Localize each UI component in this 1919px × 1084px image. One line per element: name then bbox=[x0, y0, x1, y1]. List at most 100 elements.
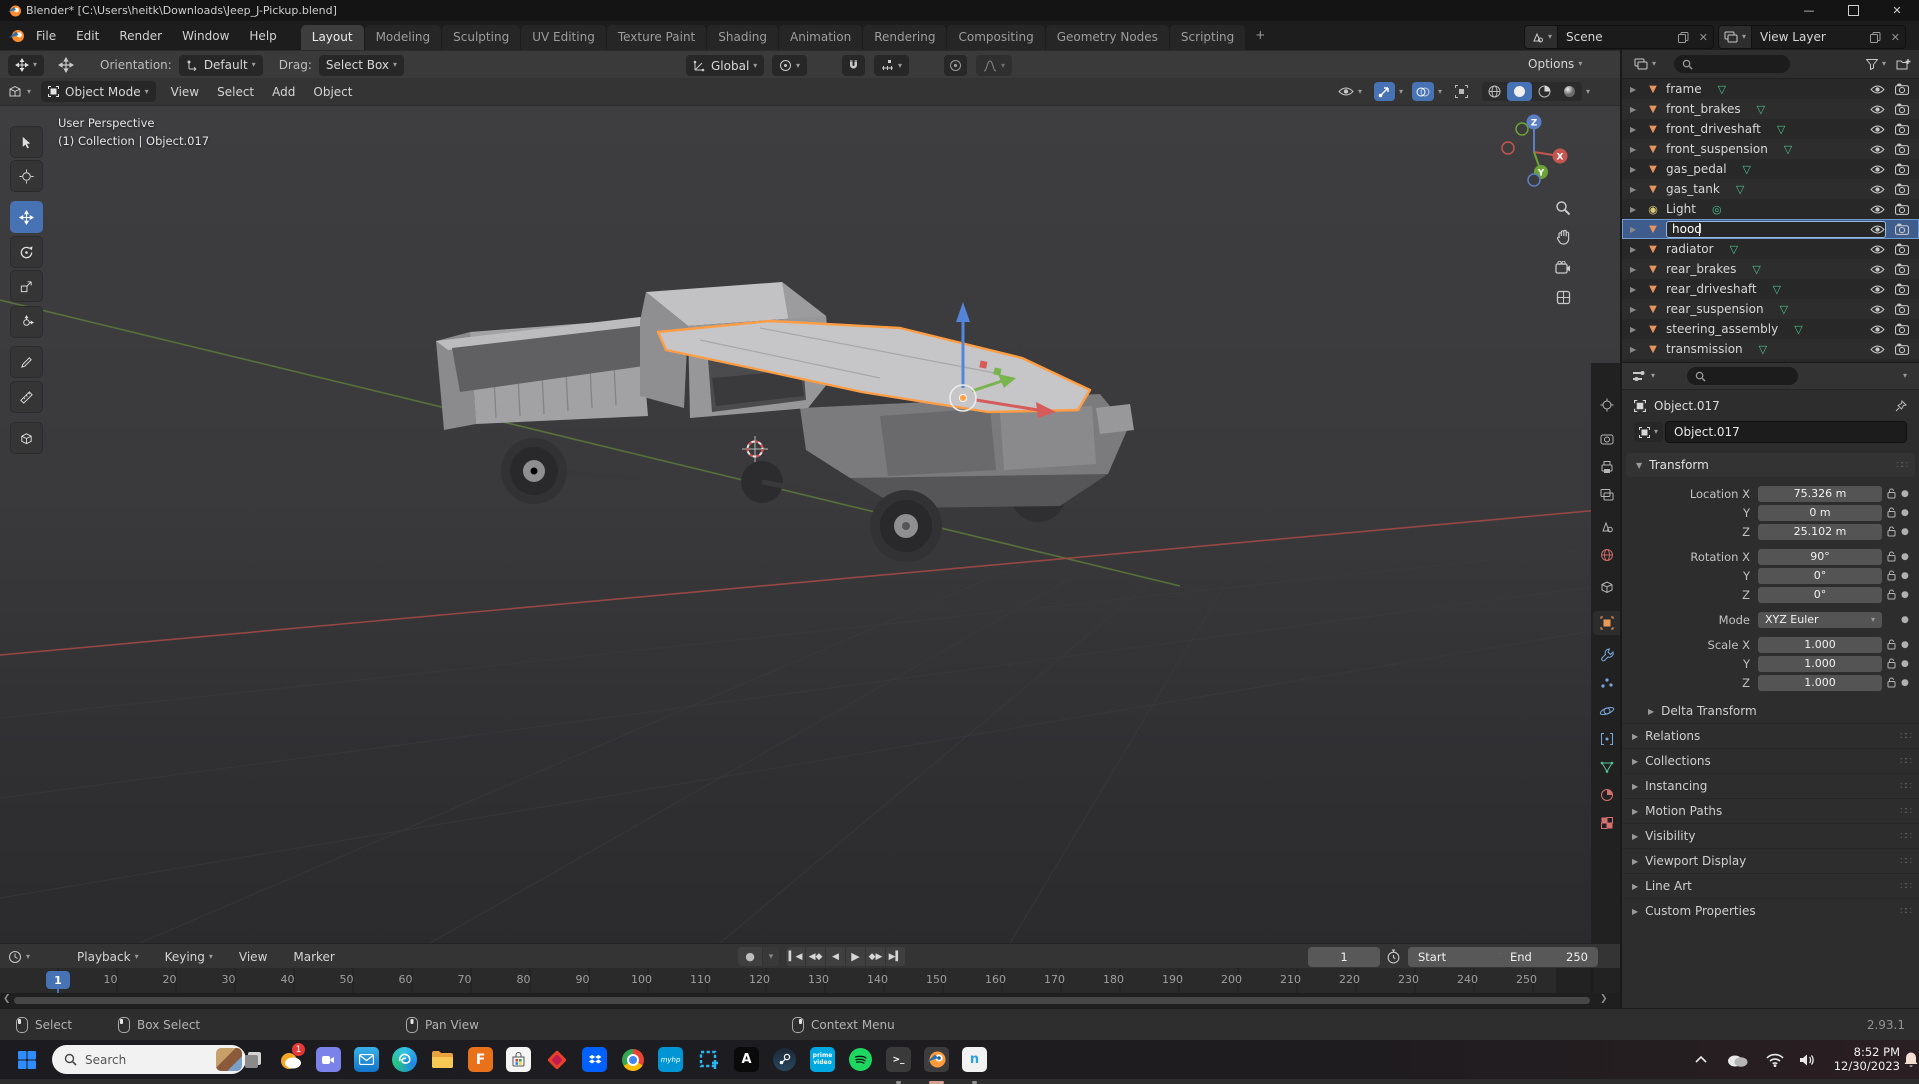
timeline-scrollbar[interactable]: ❮ ❯ bbox=[0, 993, 1622, 1008]
disable-in-renders-icon[interactable] bbox=[1895, 203, 1909, 215]
auto-keying-button[interactable]: ● bbox=[738, 947, 763, 966]
transform-value-field[interactable]: 1.000▾ bbox=[1758, 637, 1882, 653]
shading-solid-button[interactable] bbox=[1507, 82, 1532, 101]
gizmo-z-arrow[interactable] bbox=[956, 302, 970, 322]
object-name[interactable]: steering_assembly bbox=[1666, 322, 1778, 336]
options-dropdown[interactable]: Options▾ bbox=[1528, 57, 1582, 71]
hide-in-viewport-icon[interactable] bbox=[1870, 304, 1885, 315]
expand-icon[interactable]: ▶ bbox=[1630, 125, 1644, 134]
workspace-tab[interactable]: Scripting bbox=[1170, 25, 1245, 50]
render-tab[interactable] bbox=[1593, 427, 1620, 451]
edge-icon[interactable] bbox=[392, 1047, 417, 1072]
shading-rendered-button[interactable] bbox=[1557, 82, 1582, 101]
animate-dot[interactable]: ● bbox=[1901, 489, 1909, 499]
transform-tool[interactable] bbox=[10, 306, 43, 338]
hide-in-viewport-icon[interactable] bbox=[1870, 284, 1885, 295]
disable-in-renders-icon[interactable] bbox=[1895, 103, 1909, 115]
collapsed-section[interactable]: ▶Viewport Display∷∷ bbox=[1622, 848, 1919, 873]
timeline-left-chevron[interactable]: ❮ bbox=[3, 994, 11, 1004]
outliner-display-mode-dropdown[interactable]: ▾ bbox=[1634, 58, 1656, 70]
start-button[interactable] bbox=[14, 1047, 39, 1072]
shading-wireframe-button[interactable] bbox=[1482, 82, 1507, 101]
object-name[interactable]: rear_driveshaft bbox=[1666, 282, 1757, 296]
view-layer-icon[interactable]: ▾ bbox=[1719, 26, 1752, 48]
pan-hand-icon[interactable] bbox=[1552, 226, 1574, 248]
volume-icon[interactable] bbox=[1794, 1047, 1819, 1072]
lock-icon[interactable] bbox=[1887, 551, 1896, 562]
terminal-icon[interactable]: >_ bbox=[886, 1047, 911, 1072]
camera-view-icon[interactable] bbox=[1552, 256, 1574, 278]
select-box-tool[interactable] bbox=[10, 126, 43, 158]
outliner-row[interactable]: ▶ hood bbox=[1622, 219, 1919, 239]
timeline-menu-item[interactable]: Keying▾ bbox=[152, 944, 226, 969]
expand-icon[interactable]: ▶ bbox=[1630, 145, 1644, 154]
mode-dropdown[interactable]: Object Mode▾ bbox=[41, 81, 156, 102]
expand-icon[interactable]: ▶ bbox=[1630, 105, 1644, 114]
lock-icon[interactable] bbox=[1887, 507, 1896, 518]
disable-in-renders-icon[interactable] bbox=[1895, 323, 1909, 335]
blender-menu-icon[interactable] bbox=[8, 28, 26, 44]
current-frame-field[interactable]: 1 bbox=[1308, 947, 1380, 967]
workspace-tab[interactable]: Layout bbox=[301, 25, 364, 50]
active-tool-dropdown[interactable]: ▾ bbox=[8, 55, 44, 76]
outliner-row[interactable]: ▶ frame bbox=[1622, 79, 1919, 99]
pivot-point-dropdown[interactable]: ▾ bbox=[772, 55, 807, 76]
workspace-tab[interactable]: Modeling bbox=[365, 25, 442, 50]
timeline-ruler[interactable]: 1020304050607080901001101201301401501601… bbox=[0, 968, 1622, 993]
play-reverse-button[interactable]: ◀ bbox=[826, 947, 846, 966]
animate-dot[interactable]: ● bbox=[1901, 678, 1909, 688]
object-name[interactable]: front_driveshaft bbox=[1666, 122, 1761, 136]
transform-value-field[interactable]: 25.102 m▾ bbox=[1758, 524, 1882, 540]
myhp-icon[interactable]: myhp bbox=[658, 1047, 683, 1072]
gizmos-toggle[interactable] bbox=[1374, 82, 1395, 101]
animate-dot[interactable]: ● bbox=[1901, 615, 1909, 625]
animate-dot[interactable]: ● bbox=[1901, 659, 1909, 669]
disable-in-renders-icon[interactable] bbox=[1895, 303, 1909, 315]
hide-in-viewport-icon[interactable] bbox=[1870, 244, 1885, 255]
disable-in-renders-icon[interactable] bbox=[1895, 243, 1909, 255]
transform-value-field[interactable]: 1.000▾ bbox=[1758, 656, 1882, 672]
outliner-row[interactable]: ▶ gas_tank bbox=[1622, 179, 1919, 199]
outliner-search-input[interactable] bbox=[1674, 55, 1790, 73]
disable-in-renders-icon[interactable] bbox=[1895, 183, 1909, 195]
outliner-row[interactable]: ▶ radiator bbox=[1622, 239, 1919, 259]
workspace-tab[interactable]: Sculpting bbox=[442, 25, 520, 50]
nvidia-app-icon[interactable]: n bbox=[962, 1047, 987, 1072]
navigation-gizmo[interactable]: Z X Y bbox=[1502, 115, 1568, 187]
xray-toggle[interactable] bbox=[1451, 82, 1472, 101]
viewport-menu-item[interactable]: View bbox=[162, 78, 208, 105]
new-view-layer-icon[interactable] bbox=[1865, 32, 1886, 43]
scene-tab[interactable] bbox=[1593, 515, 1620, 539]
collapsed-section[interactable]: ▶Custom Properties∷∷ bbox=[1622, 898, 1919, 923]
panel-splitter-horizontal[interactable] bbox=[1622, 362, 1919, 363]
remove-view-layer-icon[interactable]: ✕ bbox=[1886, 31, 1905, 44]
outliner-row[interactable]: ▶ transmission bbox=[1622, 339, 1919, 359]
gizmo-neg-x-ball[interactable] bbox=[1502, 142, 1514, 154]
hide-in-viewport-icon[interactable] bbox=[1870, 124, 1885, 135]
view-layer-tab[interactable] bbox=[1593, 483, 1620, 507]
minimize-button[interactable]: — bbox=[1787, 0, 1831, 21]
view-layer-name[interactable]: View Layer bbox=[1752, 30, 1865, 44]
ms-store-icon[interactable] bbox=[506, 1047, 531, 1072]
transform-value-field[interactable]: 1.000▾ bbox=[1758, 675, 1882, 691]
timeline-scroll-thumb[interactable] bbox=[14, 997, 1590, 1004]
expand-icon[interactable]: ▶ bbox=[1630, 85, 1644, 94]
lock-icon[interactable] bbox=[1887, 488, 1896, 499]
overlays-toggle[interactable] bbox=[1412, 82, 1434, 101]
disable-in-renders-icon[interactable] bbox=[1895, 223, 1909, 235]
timeline-menu-item[interactable]: View bbox=[226, 944, 280, 969]
outliner-row[interactable]: ▶ Light bbox=[1622, 199, 1919, 219]
unlink-scene-icon[interactable]: ✕ bbox=[1694, 31, 1713, 44]
expand-icon[interactable]: ▶ bbox=[1630, 345, 1644, 354]
view-layer-selector[interactable]: ▾ View Layer ✕ bbox=[1718, 25, 1906, 49]
particles-tab[interactable] bbox=[1593, 671, 1620, 695]
jeep-model[interactable] bbox=[436, 282, 1134, 562]
object-name[interactable]: transmission bbox=[1666, 342, 1743, 356]
jump-to-start-button[interactable]: ▍◀ bbox=[786, 947, 806, 966]
object-name[interactable]: Light bbox=[1666, 202, 1696, 216]
prime-video-icon[interactable]: prime video bbox=[810, 1047, 835, 1072]
outliner-filter-dropdown[interactable]: ▾ bbox=[1866, 59, 1886, 70]
transform-value-field[interactable]: 90°▾ bbox=[1758, 549, 1882, 565]
viewport-menu-item[interactable]: Add bbox=[263, 78, 304, 105]
collapsed-section[interactable]: ▶Line Art∷∷ bbox=[1622, 873, 1919, 898]
